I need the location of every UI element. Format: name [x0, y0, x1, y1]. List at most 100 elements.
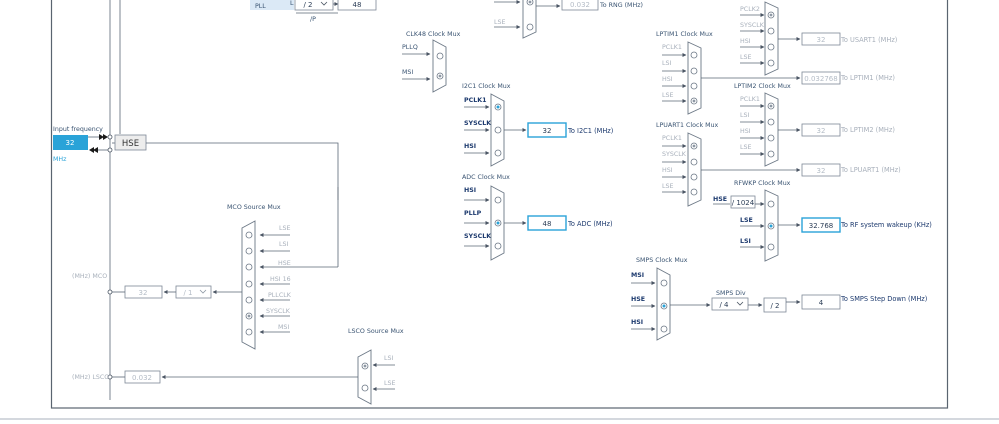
smps-mux-option[interactable] [660, 279, 668, 287]
adc-input-sysclk: SYSCLK [464, 233, 492, 240]
lptim2-value: 32 [817, 127, 826, 135]
lptim2-input-lse: LSE [740, 144, 752, 151]
clock-tree-canvas: PLL L / 2 48 /P LSE 0.032 To RNG (MHz) C… [0, 0, 999, 420]
mco-mux-option[interactable] [245, 263, 253, 271]
lptim1-mux-option[interactable] [690, 82, 698, 90]
pll-l-mark: L [290, 0, 294, 7]
mco-input-hse: HSE [278, 260, 291, 267]
lptim2-output-label: To LPTIM2 (MHz) [840, 126, 895, 134]
smps-mux-option[interactable] [660, 325, 668, 333]
hse-input-unit: MHz [53, 156, 67, 163]
lsco-mux-selected [363, 364, 367, 368]
mco-mux-option[interactable] [245, 280, 253, 288]
lptim2-mux-selected [769, 104, 773, 108]
rng-output-label: To RNG (MHz) [599, 2, 643, 9]
rng-mux-option[interactable] [526, 23, 534, 31]
hse-connector [107, 134, 113, 140]
mco-mux-option[interactable] [245, 231, 253, 239]
lptim1-mux-option[interactable] [690, 51, 698, 59]
adc-mux-selected [496, 221, 500, 225]
rfwkp-input-hse: HSE [713, 196, 727, 203]
lpuart1-input-sysclk: SYSCLK [662, 151, 687, 158]
lpuart1-mux-option[interactable] [690, 158, 698, 166]
usart1-value: 32 [817, 36, 826, 44]
i2c1-input-hsi: HSI [464, 143, 476, 150]
smps-input-msi: MSI [631, 272, 644, 279]
hse-input-value: 32 [66, 139, 75, 147]
rfwkp-input-lsi: LSI [740, 238, 751, 245]
lsco-value: 0.032 [132, 374, 152, 382]
pll-div-select[interactable] [294, 0, 334, 11]
rng-value: 0.032 [570, 1, 590, 9]
usart1-mux-selected [769, 13, 773, 17]
mco-value: 32 [139, 289, 148, 297]
mco-mux-selected [247, 314, 251, 318]
lpuart1-input-hsi: HSI [662, 167, 673, 174]
mco-input-sysclk: SYSCLK [266, 308, 291, 315]
rfwkp-div-value: / 1024 [732, 199, 755, 207]
smps-output-label: To SMPS Step Down (MHz) [840, 295, 927, 303]
i2c1-value: 32 [543, 127, 552, 135]
lpuart1-mux-selected [692, 144, 696, 148]
rng-mux-selected [528, 0, 532, 4]
lptim2-mux-option[interactable] [767, 118, 775, 126]
smps-value: 4 [819, 299, 824, 307]
hse-block-label: HSE [122, 139, 139, 149]
rfwkp-input-lse: LSE [740, 217, 753, 224]
smps-mux-selected [662, 304, 666, 308]
lptim1-input-pclk1: PCLK1 [662, 44, 682, 51]
rfwkp-mux-option[interactable] [767, 243, 775, 251]
adc-input-pllp: PLLP [464, 210, 482, 217]
smps-input-hse: HSE [631, 296, 645, 303]
adc-mux-option[interactable] [494, 242, 502, 250]
i2c1-mux-option[interactable] [494, 149, 502, 157]
adc-value: 48 [543, 220, 552, 228]
usart1-output-label: To USART1 (MHz) [840, 36, 897, 44]
mco-input-lsi: LSI [279, 241, 289, 248]
usart1-input-pclk2: PCLK2 [740, 6, 760, 13]
lptim1-mux-selected [692, 99, 696, 103]
lpuart1-mux-title: LPUART1 Clock Mux [656, 122, 719, 129]
i2c1-output-label: To I2C1 (MHz) [567, 127, 613, 135]
usart1-mux-option[interactable] [767, 59, 775, 67]
lpuart1-output-label: To LPUART1 (MHz) [840, 166, 901, 174]
arrow-left-icon [89, 147, 98, 153]
lptim1-value: 0.032768 [804, 75, 837, 83]
i2c1-input-pclk1: PCLK1 [464, 97, 487, 104]
rfwkp-output-label: To RF system wakeup (KHz) [840, 221, 932, 229]
rng-clock-mux [522, 0, 537, 39]
mco-input-pllclk: PLLCLK [268, 292, 292, 299]
rfwkp-mux-option[interactable] [767, 200, 775, 208]
lpuart1-input-lse: LSE [662, 183, 674, 190]
rfwkp-value: 32.768 [809, 222, 834, 230]
lpuart1-mux-option[interactable] [690, 188, 698, 196]
hse-connector [107, 147, 113, 153]
clk48-clock-mux [432, 39, 447, 93]
mco-connector [107, 289, 113, 295]
adc-mux-option[interactable] [494, 196, 502, 204]
mco-mux-option[interactable] [245, 328, 253, 336]
usart1-mux-option[interactable] [767, 43, 775, 51]
lpuart1-mux-option[interactable] [690, 173, 698, 181]
smps-div2-value: / 2 [770, 302, 779, 310]
mco-div-select[interactable] [175, 285, 212, 299]
mco-mux-option[interactable] [245, 296, 253, 304]
lsco-mux-option[interactable] [361, 384, 369, 392]
clk48-input-pllq: PLLQ [402, 44, 418, 51]
i2c1-mux-option[interactable] [494, 126, 502, 134]
lptim1-mux-option[interactable] [690, 67, 698, 75]
lptim2-input-hsi: HSI [740, 128, 751, 135]
smps-div-select[interactable] [711, 297, 749, 311]
smps-input-hsi: HSI [631, 319, 643, 326]
mco-input-lse: LSE [279, 225, 291, 232]
usart1-mux-option[interactable] [767, 27, 775, 35]
hse-input-label: Input frequency [53, 126, 103, 133]
clk48-mux-option[interactable] [436, 52, 444, 60]
lptim2-mux-option[interactable] [767, 134, 775, 142]
lptim2-mux-option[interactable] [767, 150, 775, 158]
smps-div-title: SMPS Div [716, 290, 746, 297]
smps-div-value: / 4 [719, 301, 729, 309]
mco-mux-option[interactable] [245, 247, 253, 255]
mco-div-value: / 1 [183, 289, 192, 297]
mco-mux-title: MCO Source Mux [227, 204, 281, 211]
